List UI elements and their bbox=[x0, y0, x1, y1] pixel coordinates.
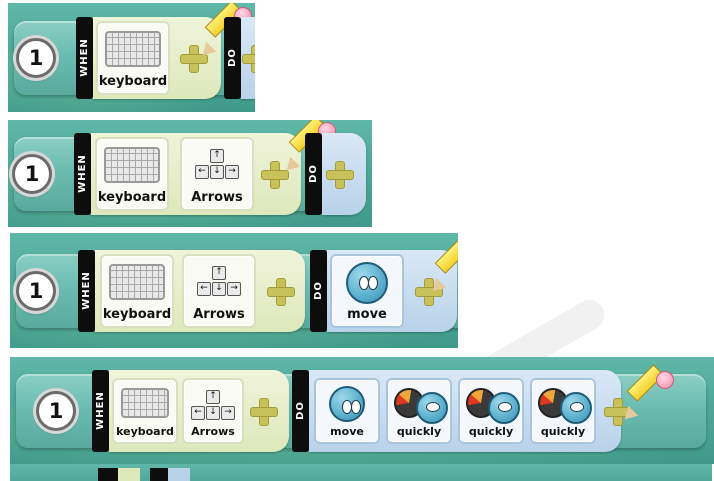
rule-number-badge[interactable]: 1 bbox=[16, 37, 56, 78]
rule-number: 1 bbox=[28, 45, 44, 70]
tile-label: keyboard bbox=[97, 189, 167, 205]
tile-label: quickly bbox=[540, 424, 586, 438]
keyboard-icon bbox=[104, 146, 160, 183]
arrows-tile[interactable]: ↑ ← ↓ → Arrows bbox=[182, 377, 244, 444]
move-face-icon bbox=[346, 261, 388, 304]
tile-label: quickly bbox=[468, 424, 514, 438]
rule-frame-4: 1 WHEN keyboard ↑ ← ↓ → Arrows DO move quic… bbox=[10, 357, 714, 464]
rule-number-badge[interactable]: 1 bbox=[12, 153, 52, 194]
quickly-tile[interactable]: quickly bbox=[530, 377, 596, 444]
rule-number: 1 bbox=[24, 161, 40, 186]
keyboard-tile[interactable]: keyboard bbox=[112, 377, 178, 444]
arrow-keys-icon: ↑ ← ↓ → bbox=[194, 147, 240, 185]
pencil-icon[interactable] bbox=[619, 364, 676, 425]
add-condition-plus-icon[interactable] bbox=[250, 397, 278, 426]
mini-face-icon bbox=[560, 391, 592, 424]
when-label: WHEN bbox=[76, 16, 93, 99]
when-label: WHEN bbox=[74, 132, 91, 215]
tile-label: move bbox=[330, 424, 364, 438]
arrow-keys-icon: ↑ ← ↓ → bbox=[196, 264, 242, 302]
keyboard-icon bbox=[105, 30, 161, 67]
do-label: DO bbox=[305, 132, 322, 215]
rule-number-badge[interactable]: 1 bbox=[16, 270, 56, 311]
do-label: DO bbox=[224, 16, 241, 99]
keyboard-tile[interactable]: keyboard bbox=[96, 20, 170, 95]
tile-label: keyboard bbox=[102, 306, 172, 322]
rule-number-badge[interactable]: 1 bbox=[36, 390, 76, 431]
move-tile[interactable]: move bbox=[314, 377, 380, 444]
tile-label: quickly bbox=[396, 424, 442, 438]
keyboard-tile[interactable]: keyboard bbox=[100, 253, 174, 328]
next-rule-peek bbox=[10, 464, 712, 481]
keyboard-icon bbox=[121, 387, 169, 418]
tile-label: move bbox=[347, 306, 387, 322]
tile-label: keyboard bbox=[98, 73, 168, 89]
move-tile[interactable]: move bbox=[330, 253, 404, 328]
tile-label: keyboard bbox=[116, 424, 174, 438]
move-face-icon bbox=[329, 385, 365, 422]
rule-frame-1: 1 WHEN keyboard DO bbox=[8, 3, 255, 112]
rule-frame-2: 1 WHEN keyboard ↑ ← ↓ → Arrows DO bbox=[8, 120, 372, 227]
rule-number: 1 bbox=[48, 398, 64, 423]
pencil-icon[interactable] bbox=[427, 236, 458, 297]
arrows-tile[interactable]: ↑ ← ↓ → Arrows bbox=[182, 253, 256, 328]
rule-frame-3: 1 WHEN keyboard ↑ ← ↓ → Arrows DO move bbox=[10, 233, 458, 348]
arrow-keys-icon: ↑ ← ↓ → bbox=[190, 388, 236, 426]
tile-label: Arrows bbox=[191, 424, 235, 438]
keyboard-tile[interactable]: keyboard bbox=[95, 136, 169, 211]
keyboard-icon bbox=[109, 263, 165, 300]
tile-label: Arrows bbox=[193, 306, 245, 322]
mini-face-icon bbox=[416, 391, 448, 424]
do-label: DO bbox=[310, 249, 327, 332]
add-action-plus-icon[interactable] bbox=[326, 160, 354, 189]
rule-number: 1 bbox=[28, 278, 44, 303]
do-label: DO bbox=[292, 369, 309, 452]
quickly-tile[interactable]: quickly bbox=[458, 377, 524, 444]
add-condition-plus-icon[interactable] bbox=[267, 277, 295, 306]
quickly-tile[interactable]: quickly bbox=[386, 377, 452, 444]
mini-face-icon bbox=[488, 391, 520, 424]
arrows-tile[interactable]: ↑ ← ↓ → Arrows bbox=[180, 136, 254, 211]
when-label: WHEN bbox=[78, 249, 95, 332]
when-label: WHEN bbox=[92, 369, 109, 452]
tile-label: Arrows bbox=[191, 189, 243, 205]
add-action-plus-icon[interactable] bbox=[242, 44, 255, 73]
